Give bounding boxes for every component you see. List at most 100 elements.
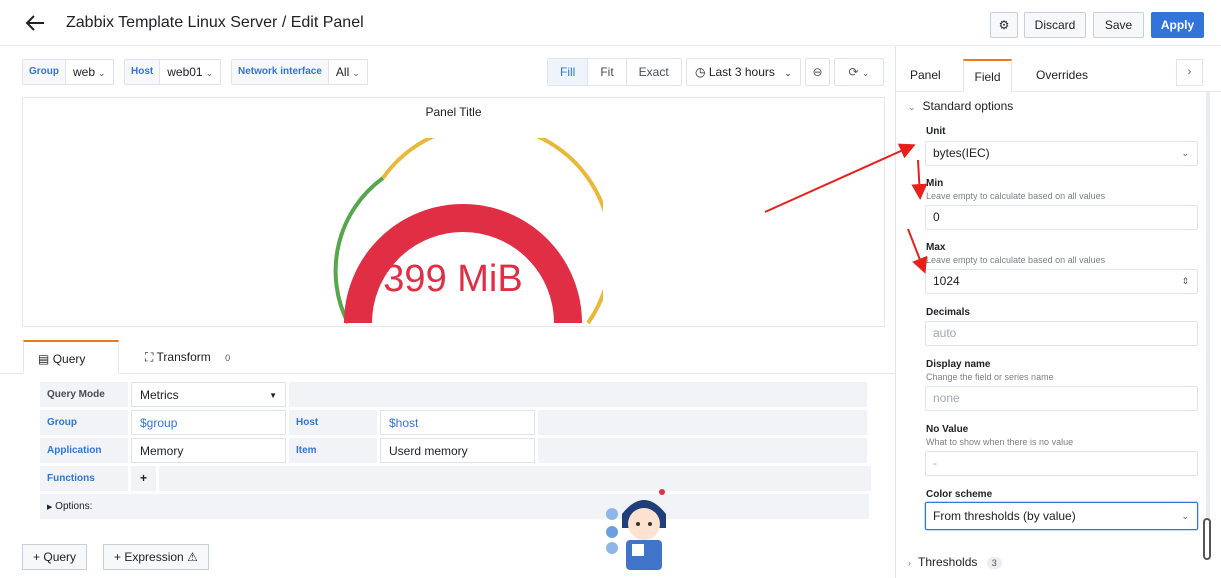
group-label: Group: [40, 410, 128, 435]
scrollbar-track[interactable]: [1206, 91, 1210, 541]
item-label: Item: [289, 438, 377, 463]
min-description: Leave empty to calculate based on all va…: [926, 191, 1106, 201]
add-function-button[interactable]: +: [131, 466, 156, 491]
host-label: Host: [289, 410, 377, 435]
row-filler: [538, 438, 867, 463]
refresh-icon: ⟳: [848, 65, 859, 79]
refresh-button[interactable]: ⟳ ⌄: [834, 58, 884, 86]
row-filler: [289, 382, 867, 407]
variable-select-group[interactable]: web ⌄: [66, 59, 114, 85]
panel-title[interactable]: Panel Title: [23, 105, 884, 119]
variable-network-interface[interactable]: Network interface All ⌄: [231, 59, 368, 85]
chevron-right-icon: ›: [1187, 66, 1192, 78]
discard-button[interactable]: Discard: [1024, 12, 1086, 38]
apply-button[interactable]: Apply: [1151, 12, 1204, 38]
gear-icon: ⚙: [998, 18, 1010, 32]
chevron-down-icon: ⌄: [205, 68, 214, 78]
back-arrow-icon[interactable]: [24, 12, 46, 34]
add-query-button[interactable]: + Query: [22, 544, 88, 570]
no-value-description: What to show when there is no value: [926, 437, 1074, 447]
chevron-down-icon: ⌄: [1181, 148, 1189, 158]
min-input[interactable]: 0: [925, 205, 1198, 230]
gauge-value: 399 MiB: [383, 258, 523, 300]
fit-option[interactable]: Fit: [587, 59, 625, 85]
query-mode-select[interactable]: Metrics ▼: [131, 382, 286, 407]
scrollbar-thumb[interactable]: [1203, 518, 1211, 560]
save-button[interactable]: Save: [1093, 12, 1144, 38]
query-editor: Query Mode Metrics ▼ Group $group Host $…: [0, 374, 895, 534]
chevron-right-icon: ›: [908, 558, 911, 568]
chevron-down-icon: ⌄: [784, 68, 792, 78]
max-input[interactable]: 1024 ⇕: [925, 269, 1198, 294]
expand-pane-button[interactable]: ›: [1176, 59, 1203, 86]
variable-host[interactable]: Host web01 ⌄: [124, 59, 222, 85]
variable-select-host[interactable]: web01 ⌄: [160, 59, 222, 85]
variable-label-group: Group: [22, 59, 66, 85]
application-label: Application: [40, 438, 128, 463]
tab-field[interactable]: Field: [963, 59, 1012, 92]
zoom-out-button[interactable]: ⊖: [805, 58, 830, 86]
unit-label: Unit: [926, 126, 946, 137]
tab-overrides[interactable]: Overrides: [1036, 59, 1088, 92]
application-input[interactable]: Memory: [131, 438, 286, 463]
variable-label-host: Host: [124, 59, 161, 85]
display-name-description: Change the field or series name: [926, 372, 1054, 382]
chevron-down-icon: ⌄: [1181, 511, 1189, 521]
plus-icon: +: [33, 550, 41, 564]
display-name-label: Display name: [926, 359, 991, 370]
variable-group[interactable]: Group web ⌄: [22, 59, 114, 85]
exact-option[interactable]: Exact: [625, 59, 681, 85]
variable-label-network-interface: Network interface: [231, 59, 329, 85]
thresholds-section[interactable]: › Thresholds 3: [908, 555, 1002, 569]
thresholds-count: 3: [986, 557, 1002, 569]
options-toggle[interactable]: ▶ Options:: [40, 494, 869, 519]
row-filler: [159, 466, 871, 491]
row-filler: [538, 410, 867, 435]
no-value-input[interactable]: -: [925, 451, 1198, 476]
min-label: Min: [926, 178, 944, 189]
item-input[interactable]: Userd memory: [380, 438, 535, 463]
color-scheme-label: Color scheme: [926, 489, 993, 500]
standard-options-section[interactable]: ⌄ Standard options: [908, 99, 1013, 113]
time-range-picker[interactable]: ◷ Last 3 hours ⌄: [686, 58, 801, 86]
variable-select-network-interface[interactable]: All ⌄: [328, 59, 368, 85]
gauge-panel: Panel Title 399 MiB: [22, 97, 885, 327]
application-item-row: Application Memory Item Userd memory: [40, 438, 867, 463]
tab-panel[interactable]: Panel: [910, 59, 941, 92]
chevron-down-icon: ⌄: [861, 68, 870, 78]
decimals-label: Decimals: [926, 307, 970, 318]
options-tabs: Panel Field Overrides: [896, 59, 1221, 92]
clock-icon: ◷: [695, 65, 706, 79]
tab-transform[interactable]: ⛶ Transform 0: [145, 340, 235, 374]
chevron-down-icon: ⌄: [98, 68, 106, 78]
mascot-illustration: [606, 489, 666, 570]
transform-icon: ⛶: [145, 350, 154, 364]
display-name-input[interactable]: none: [925, 386, 1198, 411]
options-pane: Panel Field Overrides › ⌄ Standard option…: [895, 46, 1221, 578]
add-expression-button[interactable]: + Expression ⚠: [103, 544, 209, 570]
decimals-input[interactable]: auto: [925, 321, 1198, 346]
query-mode-row: Query Mode Metrics ▼: [40, 382, 867, 407]
host-input[interactable]: $host: [380, 410, 535, 435]
query-mode-label: Query Mode: [40, 382, 128, 407]
settings-gear-button[interactable]: ⚙: [990, 12, 1018, 38]
group-input[interactable]: $group: [131, 410, 286, 435]
chevron-down-icon: ⌄: [352, 68, 360, 78]
tab-query[interactable]: ▤ Query 1: [23, 340, 119, 412]
stepper-icon[interactable]: ⇕: [1181, 270, 1189, 293]
view-mode-toggle: Fill Fit Exact: [547, 58, 682, 86]
chevron-down-icon: ⌄: [908, 102, 916, 112]
caret-down-icon: ▼: [269, 391, 277, 400]
zoom-out-icon: ⊖: [812, 65, 823, 79]
page-title: Zabbix Template Linux Server / Edit Pane…: [66, 14, 364, 31]
no-value-label: No Value: [926, 424, 969, 435]
unit-select[interactable]: bytes(IEC) ⌄: [925, 141, 1198, 166]
group-host-row: Group $group Host $host: [40, 410, 867, 435]
fill-option[interactable]: Fill: [548, 59, 588, 85]
functions-label: Functions: [40, 466, 128, 491]
plus-icon: +: [114, 550, 122, 564]
functions-row: Functions +: [40, 466, 871, 491]
color-scheme-select[interactable]: From thresholds (by value) ⌄: [925, 502, 1198, 530]
warning-icon: ⚠: [187, 550, 198, 564]
max-description: Leave empty to calculate based on all va…: [926, 255, 1106, 265]
